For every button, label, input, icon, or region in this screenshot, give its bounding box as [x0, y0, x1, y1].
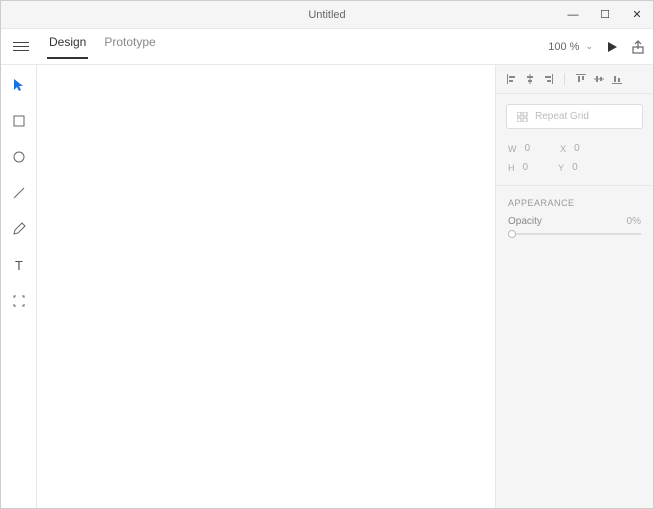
main-area: T Repeat Grid W0 X0 — [1, 65, 653, 508]
svg-text:T: T — [15, 259, 23, 271]
menu-button[interactable] — [9, 38, 33, 55]
opacity-row: Opacity 0% — [496, 214, 653, 229]
line-tool[interactable] — [9, 183, 29, 203]
align-center-v-icon[interactable] — [593, 73, 605, 85]
repeat-grid-label: Repeat Grid — [535, 111, 589, 122]
maximize-button[interactable]: ☐ — [589, 1, 621, 29]
height-label: H — [508, 163, 515, 173]
align-right-icon[interactable] — [542, 73, 554, 85]
y-value[interactable]: 0 — [572, 162, 578, 173]
artboard-tool[interactable] — [9, 291, 29, 311]
titlebar: Untitled — ☐ ✕ — [1, 1, 653, 29]
align-row — [496, 65, 653, 94]
rectangle-tool[interactable] — [9, 111, 29, 131]
topbar: Design Prototype 100 % ⌄ — [1, 29, 653, 65]
height-value[interactable]: 0 — [523, 162, 529, 173]
appearance-header: APPEARANCE — [496, 185, 653, 214]
tab-design[interactable]: Design — [47, 35, 88, 59]
window-controls: — ☐ ✕ — [557, 1, 653, 29]
x-value[interactable]: 0 — [574, 143, 580, 154]
width-value[interactable]: 0 — [525, 143, 531, 154]
mode-tabs: Design Prototype — [47, 35, 158, 59]
chevron-down-icon: ⌄ — [585, 41, 593, 52]
text-tool[interactable]: T — [9, 255, 29, 275]
share-button[interactable] — [631, 40, 645, 54]
align-left-icon[interactable] — [506, 73, 518, 85]
pen-tool[interactable] — [9, 219, 29, 239]
topbar-right: 100 % ⌄ — [548, 40, 645, 54]
minimize-button[interactable]: — — [557, 1, 589, 29]
dim-row-xy: H0 Y0 — [496, 158, 653, 177]
preview-button[interactable] — [605, 40, 619, 54]
opacity-slider-thumb[interactable] — [508, 230, 516, 238]
canvas[interactable] — [37, 65, 495, 508]
width-label: W — [508, 144, 517, 154]
opacity-slider[interactable] — [508, 233, 641, 235]
opacity-value: 0% — [627, 216, 641, 227]
x-label: X — [560, 144, 566, 154]
repeat-grid-button[interactable]: Repeat Grid — [506, 104, 643, 129]
zoom-value: 100 % — [548, 41, 579, 53]
ellipse-tool[interactable] — [9, 147, 29, 167]
window-title: Untitled — [308, 9, 345, 21]
align-bottom-icon[interactable] — [611, 73, 623, 85]
align-top-icon[interactable] — [575, 73, 587, 85]
align-center-h-icon[interactable] — [524, 73, 536, 85]
properties-panel: Repeat Grid W0 X0 H0 Y0 APPEARANCE Opaci… — [495, 65, 653, 508]
close-button[interactable]: ✕ — [621, 1, 653, 29]
zoom-dropdown[interactable]: 100 % ⌄ — [548, 41, 593, 53]
y-label: Y — [558, 163, 564, 173]
opacity-label: Opacity — [508, 216, 542, 227]
dim-row-wh: W0 X0 — [496, 139, 653, 158]
tab-prototype[interactable]: Prototype — [102, 35, 157, 59]
select-tool[interactable] — [9, 75, 29, 95]
tools-toolbar: T — [1, 65, 37, 508]
repeat-grid-icon — [517, 112, 529, 122]
